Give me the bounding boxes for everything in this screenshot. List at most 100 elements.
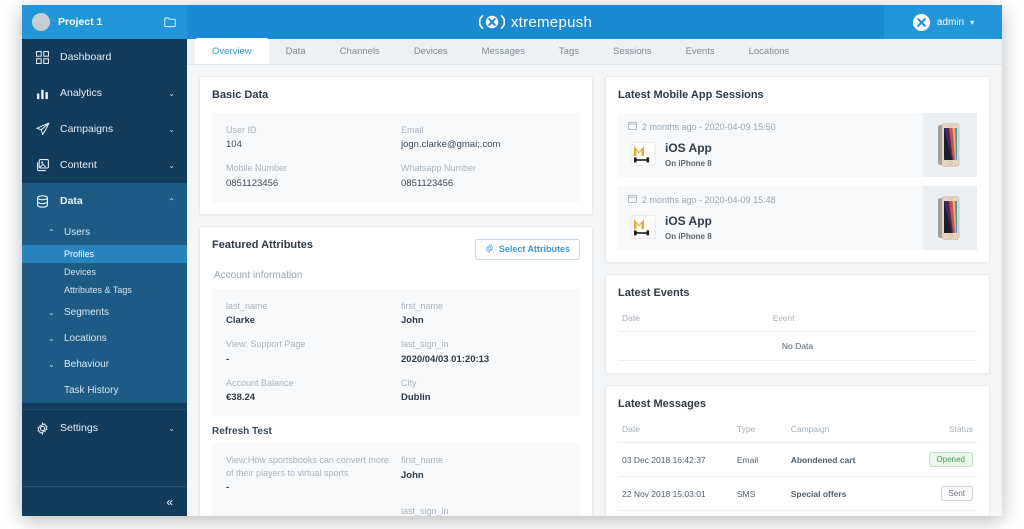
table-header-row: Date Type Campaign Status [618, 422, 977, 443]
app-logo-icon [630, 141, 656, 166]
tab-locations[interactable]: Locations [732, 38, 807, 64]
project-avatar [32, 13, 50, 31]
session-app-text: iOS App On iPhone 8 [665, 139, 712, 168]
sidebar-item-devices[interactable]: Devices [22, 263, 187, 281]
field-last-name: last_name Clarke [226, 300, 391, 327]
app-name: iOS App [665, 214, 712, 228]
field-value: Dublin [401, 392, 431, 404]
user-menu[interactable]: admin ▾ [884, 5, 1002, 39]
field-view-sportsbooks: View:How sportsbooks can convert more of… [226, 454, 391, 494]
device-thumbnail [923, 113, 977, 177]
cell-date: 22 Nov 2018 15:03:01 [618, 476, 733, 511]
tab-events[interactable]: Events [669, 38, 732, 64]
app-logo-icon [630, 214, 656, 239]
sidebar-item-campaigns[interactable]: Campaigns ⌄ [22, 111, 187, 147]
session-app: iOS App On iPhone 8 [628, 212, 913, 241]
chevron-down-icon[interactable]: ⌄ [168, 125, 175, 134]
table-row[interactable]: 03 Dec 2018 16:42:37 Email Abondened car… [618, 442, 977, 477]
project-selector[interactable]: Project 1 [22, 5, 187, 39]
cell-campaign: Abondened cart [786, 442, 913, 477]
chevron-up-icon[interactable]: ⌃ [48, 228, 62, 237]
sidebar-item-behaviour[interactable]: ⌄ Behaviour [22, 351, 187, 377]
sidebar-item-settings[interactable]: Settings ⌄ [22, 410, 187, 446]
tab-sessions[interactable]: Sessions [596, 38, 669, 64]
sidebar-item-label: Content [60, 159, 97, 171]
field-account-balance: Account Balance €38.24 [226, 377, 391, 404]
chevron-down-icon[interactable]: ⌄ [168, 89, 175, 98]
field-value: John [401, 315, 424, 327]
field-value: jogn.clarke@gmai;.com [401, 139, 501, 151]
sidebar-item-content[interactable]: Content ⌄ [22, 147, 187, 183]
collapse-sidebar-button[interactable]: « [166, 495, 173, 509]
cell-type: SMS [732, 476, 787, 511]
field-label: first_name [401, 300, 444, 311]
tab-overview[interactable]: Overview [195, 38, 269, 64]
account-information-fields: last_name Clarke first_name John View: S… [212, 288, 580, 417]
tab-messages[interactable]: Messages [465, 38, 542, 64]
chevron-down-icon[interactable]: ▾ [970, 18, 974, 27]
user-avatar-icon [912, 13, 930, 31]
session-row[interactable]: 2 months ago - 2020-04-09 15:48 iOS App … [618, 186, 977, 250]
sidebar-item-locations[interactable]: ⌄ Locations [22, 325, 187, 351]
iphone-8-photo-icon [938, 123, 960, 167]
tab-devices[interactable]: Devices [397, 38, 465, 64]
bar-chart-icon [36, 87, 54, 100]
column-header-type: Type [732, 422, 787, 443]
featured-attributes-header: Featured Attributes Select Attributes [212, 238, 580, 260]
sidebar-item-attributes-tags[interactable]: Attributes & Tags [22, 281, 187, 299]
top-bar: Project 1 xtremepush admin ▾ [22, 5, 1002, 39]
field-label: User ID [226, 125, 257, 135]
cell-type: SMS [732, 510, 787, 516]
sidebar-item-analytics[interactable]: Analytics ⌄ [22, 75, 187, 111]
sidebar-item-dashboard[interactable]: Dashboard [22, 39, 187, 75]
field-user-id: User ID 104 [226, 124, 391, 151]
sidebar-item-segments[interactable]: ⌄ Segments [22, 299, 187, 325]
tab-tags[interactable]: Tags [542, 38, 596, 64]
session-app: iOS App On iPhone 8 [628, 139, 913, 168]
field-value: 0851123456 [226, 177, 279, 189]
chevron-down-icon[interactable]: ⌄ [48, 360, 62, 369]
calendar-icon [628, 121, 637, 132]
field-label: Account Balance [226, 377, 294, 388]
account-information-label: Account information [214, 269, 303, 281]
field-value: Clarke [226, 315, 256, 327]
field-label: View:How sportsbooks can convert more of… [226, 455, 389, 478]
sidebar-subitem-label: Behaviour [64, 358, 110, 370]
latest-messages-card: Latest Messages Date Type Campaign Statu… [605, 385, 990, 516]
sidebar-item-data[interactable]: Data ⌃ [22, 183, 187, 219]
field-value: - [226, 353, 230, 365]
brand-logo: xtremepush [478, 13, 592, 31]
table-header-row: Date Event [618, 311, 977, 332]
sidebar-item-profiles[interactable]: Profiles [22, 245, 187, 263]
field-label: Email [401, 125, 424, 135]
folder-icon[interactable] [164, 17, 176, 28]
sidebar-item-label: Settings [60, 422, 98, 434]
session-details: 2 months ago - 2020-04-09 15:48 iOS App … [618, 186, 923, 250]
tab-data[interactable]: Data [269, 38, 323, 64]
field-city: City Dublin [401, 377, 566, 404]
sidebar-leaf-label: Devices [64, 267, 97, 277]
sidebar-subitem-label: Segments [64, 306, 110, 318]
chevron-down-icon[interactable]: ⌄ [48, 308, 62, 317]
sidebar-item-task-history[interactable]: Task History [22, 377, 187, 403]
featured-attributes-card: Featured Attributes Select Attributes Ac… [199, 225, 593, 516]
sidebar-item-label: Dashboard [60, 51, 112, 63]
chevron-down-icon[interactable]: ⌄ [48, 334, 62, 343]
no-data-text: No Data [618, 331, 977, 361]
cell-status: Opened [912, 442, 977, 477]
chevron-up-icon[interactable]: ⌃ [168, 197, 175, 206]
tab-channels[interactable]: Channels [323, 38, 397, 64]
sidebar-item-users[interactable]: ⌃ Users [22, 219, 187, 245]
data-subnav: ⌃ Users Profiles Devices Attributes & Ta… [22, 219, 187, 403]
table-row[interactable]: 14 Sep 2018 18:48:40 SMS Discount code S… [618, 510, 977, 516]
select-attributes-button[interactable]: Select Attributes [474, 238, 580, 260]
field-label: Whatsapp Number [401, 163, 477, 174]
mobile-sessions-card: Latest Mobile App Sessions 2 months ago … [605, 76, 990, 263]
session-row[interactable]: 2 months ago - 2020-04-09 15:50 iOS App … [618, 113, 977, 177]
cell-status: Sent [912, 476, 977, 511]
table-row[interactable]: 22 Nov 2018 15:03:01 SMS Special offers … [618, 476, 977, 511]
chevron-down-icon[interactable]: ⌄ [168, 161, 175, 170]
chevron-down-icon[interactable]: ⌄ [168, 424, 175, 433]
latest-events-card: Latest Events Date Event No Data [605, 274, 990, 374]
field-value: €38.24 [226, 392, 256, 404]
